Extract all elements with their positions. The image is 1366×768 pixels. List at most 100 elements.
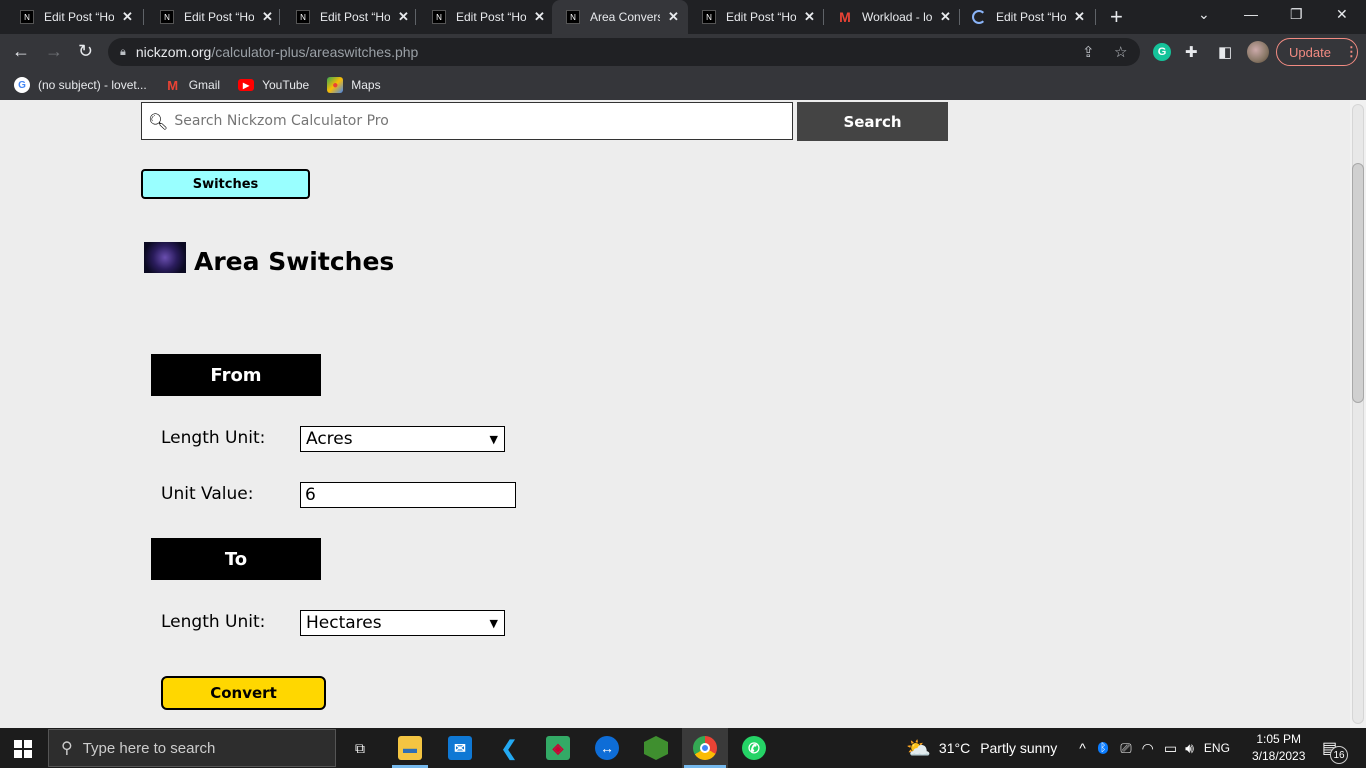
taskbar-search-box[interactable]: ⚲ Type here to search <box>48 729 336 767</box>
nodejs-icon[interactable] <box>644 736 668 760</box>
taskbar-clock[interactable]: 1:05 PM 3/18/2023 <box>1252 731 1305 765</box>
address-bar[interactable]: 🔒︎ nickzom.org/calculator-plus/areaswitc… <box>108 38 1140 66</box>
nickzom-favicon: N <box>566 10 580 24</box>
lock-icon[interactable]: 🔒︎ <box>120 46 126 59</box>
convert-button[interactable]: Convert <box>161 676 326 710</box>
bookmarks-bar: G (no subject) - lovet... M Gmail ▶ YouT… <box>0 70 1366 100</box>
windows-logo-pane <box>14 750 22 758</box>
windows-start-button[interactable] <box>14 740 32 758</box>
nickzom-favicon: N <box>160 10 174 24</box>
bookmark-star-icon[interactable]: ☆ <box>1114 43 1127 61</box>
whatsapp-icon[interactable]: ✆ <box>742 736 766 760</box>
tab-title: Edit Post “How <box>44 10 114 24</box>
minimize-button[interactable]: — <box>1244 6 1258 22</box>
show-hidden-icons-chevron[interactable]: ^ <box>1079 740 1086 756</box>
loading-spinner-icon <box>972 10 986 24</box>
close-tab-icon[interactable]: ✕ <box>1074 9 1085 25</box>
notification-count-badge: 16 <box>1330 746 1348 764</box>
tab-edit-post-loading[interactable]: Edit Post “How ✕ <box>960 0 1096 34</box>
bluetooth-icon[interactable]: ᛒ <box>1097 742 1109 754</box>
bookmark-youtube[interactable]: ▶ YouTube <box>238 78 309 92</box>
update-label: Update <box>1289 44 1331 60</box>
extensions-puzzle-icon[interactable]: ✚ <box>1185 43 1198 61</box>
tab-title: Area Conversi <box>590 10 660 24</box>
to-length-unit-select[interactable]: Hectares ▼ <box>300 610 505 636</box>
windows-logo-pane <box>14 740 22 748</box>
page-title: Area Switches <box>194 247 395 276</box>
restore-button[interactable]: ❐ <box>1290 6 1303 23</box>
profile-avatar[interactable] <box>1247 41 1269 63</box>
weather-temperature[interactable]: 31°C <box>939 740 970 756</box>
site-search-input[interactable] <box>174 113 775 129</box>
teamviewer-icon[interactable]: ↔ <box>595 736 619 760</box>
scrollbar-thumb[interactable] <box>1352 163 1364 403</box>
back-button[interactable]: ← <box>12 41 30 62</box>
close-tab-icon[interactable]: ✕ <box>940 9 951 25</box>
url-text[interactable]: nickzom.org/calculator-plus/areaswitches… <box>136 44 418 60</box>
camera-icon[interactable]: ⎚ <box>1120 740 1131 757</box>
virtualbox-icon[interactable]: ◈ <box>546 736 570 760</box>
windows-logo-pane <box>24 750 32 758</box>
forward-button[interactable]: → <box>45 41 63 62</box>
unit-value-input[interactable] <box>300 482 516 508</box>
chevron-down-icon: ▼ <box>489 432 498 446</box>
tab-edit-post-3[interactable]: N Edit Post “How ✕ <box>280 0 416 34</box>
vscode-icon[interactable]: ❮ <box>497 736 521 760</box>
tab-title: Workload - lo <box>862 10 932 24</box>
tab-title: Edit Post “How <box>996 10 1066 24</box>
close-tab-icon[interactable]: ✕ <box>262 9 273 25</box>
close-tab-icon[interactable]: ✕ <box>668 9 679 25</box>
wifi-icon[interactable]: ◠ <box>1142 740 1154 757</box>
switches-button[interactable]: Switches <box>141 169 310 199</box>
weather-description[interactable]: Partly sunny <box>980 740 1057 756</box>
close-tab-icon[interactable]: ✕ <box>122 9 133 25</box>
bookmark-maps[interactable]: ● Maps <box>327 77 381 93</box>
close-tab-icon[interactable]: ✕ <box>398 9 409 25</box>
from-length-unit-select[interactable]: Acres ▼ <box>300 426 505 452</box>
nickzom-favicon: N <box>702 10 716 24</box>
close-tab-icon[interactable]: ✕ <box>534 9 545 25</box>
volume-icon[interactable]: 🔊︎ <box>1185 740 1194 757</box>
update-button[interactable]: Update ⋮ <box>1276 38 1358 66</box>
bookmark-gmail[interactable]: M Gmail <box>165 77 220 93</box>
bookmark-no-subject[interactable]: G (no subject) - lovet... <box>14 77 147 93</box>
tab-edit-post-4[interactable]: N Edit Post “How ✕ <box>416 0 552 34</box>
from-unit-selected-value: Acres <box>306 429 353 449</box>
share-icon[interactable]: ⇪ <box>1082 43 1095 61</box>
tab-edit-post-5[interactable]: N Edit Post “How ✕ <box>688 0 824 34</box>
more-menu-icon[interactable]: ⋮ <box>1345 44 1358 60</box>
close-tab-icon[interactable]: ✕ <box>804 9 815 25</box>
side-panel-icon[interactable]: ◧ <box>1218 43 1232 61</box>
tab-edit-post-1[interactable]: N Edit Post “How ✕ <box>0 0 144 34</box>
youtube-icon: ▶ <box>238 79 255 91</box>
to-length-unit-label: Length Unit: <box>161 612 266 632</box>
gmail-icon: M <box>167 77 179 93</box>
grammarly-extension-icon[interactable]: G <box>1153 43 1171 61</box>
nickzom-favicon: N <box>432 10 446 24</box>
tab-separator <box>1095 9 1096 25</box>
tab-title: Edit Post “How <box>184 10 254 24</box>
site-search-field[interactable]: 🔍︎ <box>141 102 793 140</box>
new-tab-button[interactable]: + <box>1110 4 1123 30</box>
chrome-icon[interactable] <box>693 736 717 760</box>
nickzom-favicon: N <box>20 10 34 24</box>
site-search-button[interactable]: Search <box>797 102 948 141</box>
tab-area-conversion[interactable]: N Area Conversi ✕ <box>552 0 688 34</box>
close-window-button[interactable]: ✕ <box>1336 6 1348 23</box>
partly-sunny-weather-icon[interactable]: ⛅ <box>906 736 931 761</box>
url-host: nickzom.org <box>135 44 212 60</box>
language-indicator[interactable]: ENG <box>1204 741 1230 755</box>
tab-search-chevron-icon[interactable]: ⌄ <box>1198 6 1210 23</box>
from-section-heading: From <box>151 354 321 396</box>
battery-icon[interactable]: ▭ <box>1164 740 1177 757</box>
tab-workload-gmail[interactable]: M Workload - lo ✕ <box>824 0 960 34</box>
file-explorer-icon[interactable]: ▬ <box>398 736 422 760</box>
system-tray: ⛅ 31°C Partly sunny ^ ᛒ ⎚ ◠ ▭ 🔊︎ ENG <box>906 728 1230 768</box>
bookmark-label: Maps <box>351 78 381 92</box>
mail-icon[interactable]: ✉ <box>448 736 472 760</box>
windows-logo-pane <box>24 740 32 748</box>
reload-button[interactable]: ↻ <box>78 41 93 62</box>
chevron-down-icon: ▼ <box>489 616 498 630</box>
tab-edit-post-2[interactable]: N Edit Post “How ✕ <box>144 0 280 34</box>
task-view-icon[interactable]: ⧉ <box>348 736 372 760</box>
